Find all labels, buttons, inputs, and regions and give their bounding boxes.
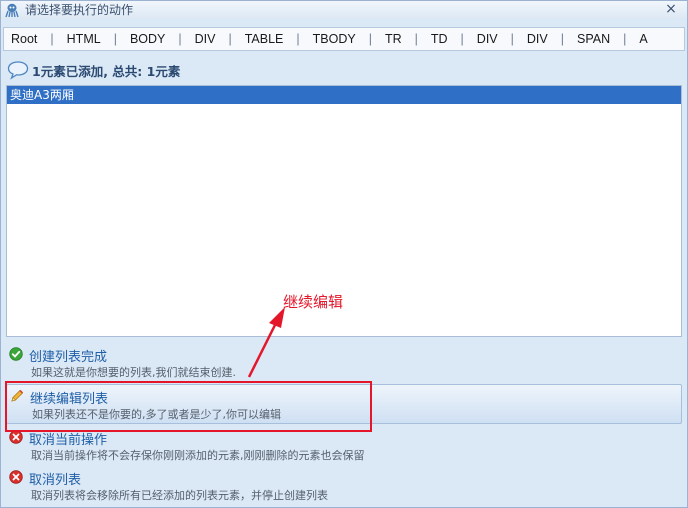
check-circle-icon <box>9 347 23 361</box>
window-title: 请选择要执行的动作 <box>25 3 134 17</box>
finish-list-option[interactable]: 创建列表完成 如果这就是你想要的列表,我们就结束创建. <box>6 343 682 383</box>
x-circle-icon <box>9 470 23 484</box>
breadcrumb-separator: | <box>178 32 182 46</box>
speech-bubble-icon <box>7 61 29 80</box>
continue-edit-option[interactable]: 继续编辑列表 如果列表还不是你要的,多了或者是少了,你可以编辑 <box>6 384 682 424</box>
annotation-label: 继续编辑 <box>283 293 344 311</box>
cancel-list-link[interactable]: 取消列表 <box>29 469 81 488</box>
summary-text: 1元素已添加, 总共: 1元素 <box>32 63 181 79</box>
breadcrumb-item-div[interactable]: DIV <box>191 32 220 46</box>
breadcrumb-item-td[interactable]: TD <box>427 32 452 46</box>
breadcrumb-separator: | <box>510 32 514 46</box>
finish-list-link[interactable]: 创建列表完成 <box>29 346 107 365</box>
breadcrumb-item-tr[interactable]: TR <box>381 32 406 46</box>
dialog-window: 请选择要执行的动作 × Root | HTML | BODY | DIV | TABLE | TBO… <box>0 0 688 508</box>
element-list[interactable]: 奥迪A3两厢 <box>6 85 682 337</box>
breadcrumb-separator: | <box>50 32 54 46</box>
breadcrumb-item-span[interactable]: SPAN <box>573 32 614 46</box>
continue-edit-description: 如果列表还不是你要的,多了或者是少了,你可以编辑 <box>32 408 281 421</box>
x-circle-icon <box>9 430 23 444</box>
breadcrumb-item-body[interactable]: BODY <box>126 32 169 46</box>
annotation-arrow-icon <box>247 307 285 378</box>
element-path-breadcrumb: Root | HTML | BODY | DIV | TABLE | TBODY | TR | TD | DIV… <box>3 27 685 51</box>
breadcrumb-item-html[interactable]: HTML <box>63 32 105 46</box>
finish-list-description: 如果这就是你想要的列表,我们就结束创建. <box>31 366 236 379</box>
cancel-list-option[interactable]: 取消列表 取消列表将会移除所有已经添加的列表元素，并停止创建列表 <box>6 466 682 506</box>
cancel-list-description: 取消列表将会移除所有已经添加的列表元素，并停止创建列表 <box>31 489 328 502</box>
breadcrumb-item-a[interactable]: A <box>635 32 651 46</box>
cancel-operation-description: 取消当前操作将不会存保你刚刚添加的元素,刚刚删除的元素也会保留 <box>31 449 365 462</box>
breadcrumb-item-div[interactable]: DIV <box>523 32 552 46</box>
octopus-app-icon <box>5 3 19 18</box>
breadcrumb-item-tbody[interactable]: TBODY <box>309 32 360 46</box>
list-item[interactable]: 奥迪A3两厢 <box>7 86 681 104</box>
breadcrumb-separator: | <box>228 32 232 46</box>
cancel-operation-link[interactable]: 取消当前操作 <box>29 429 107 448</box>
cancel-operation-option[interactable]: 取消当前操作 取消当前操作将不会存保你刚刚添加的元素,刚刚删除的元素也会保留 <box>6 426 682 466</box>
continue-edit-link[interactable]: 继续编辑列表 <box>30 388 108 407</box>
breadcrumb-separator: | <box>623 32 627 46</box>
breadcrumb-item-div[interactable]: DIV <box>473 32 502 46</box>
title-bar[interactable]: 请选择要执行的动作 × <box>1 1 687 19</box>
breadcrumb-separator: | <box>460 32 464 46</box>
breadcrumb-separator: | <box>368 32 372 46</box>
breadcrumb-item-root[interactable]: Root <box>7 32 41 46</box>
close-button[interactable]: × <box>663 1 679 17</box>
summary-bar: 1元素已添加, 总共: 1元素 <box>7 59 180 81</box>
breadcrumb-separator: | <box>113 32 117 46</box>
pencil-icon <box>11 389 24 402</box>
breadcrumb-separator: | <box>296 32 300 46</box>
breadcrumb-separator: | <box>414 32 418 46</box>
breadcrumb-separator: | <box>560 32 564 46</box>
breadcrumb-item-table[interactable]: TABLE <box>241 32 288 46</box>
